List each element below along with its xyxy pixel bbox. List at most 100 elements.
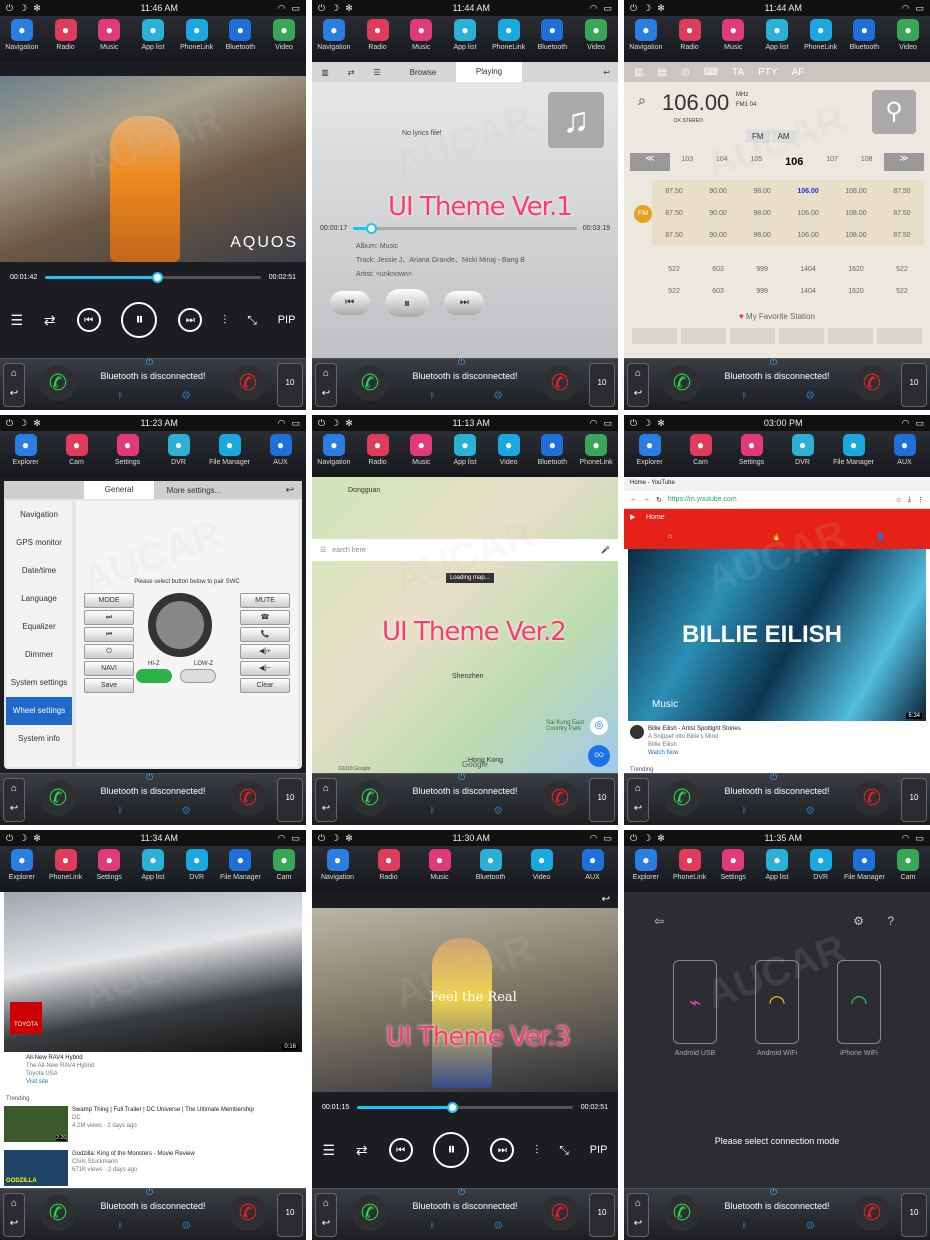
app-file-manager[interactable]: ● File Manager xyxy=(833,434,874,466)
am-preset[interactable]: 1620 xyxy=(848,288,864,295)
app-app-list[interactable]: ● App list xyxy=(757,19,797,51)
app-video[interactable]: ● Video xyxy=(576,19,616,51)
more-icon[interactable]: ⋮ xyxy=(917,496,924,504)
pip-button[interactable]: PIP xyxy=(590,1144,608,1156)
volume-control[interactable]: 10 xyxy=(277,363,303,407)
app-radio[interactable]: ● Radio xyxy=(358,434,398,466)
trending-thumb[interactable]: GODZILLA xyxy=(4,1150,68,1186)
app-aux[interactable]: ● AUX xyxy=(885,434,925,466)
account-icon[interactable]: 👤 xyxy=(876,533,885,541)
playlist-icon[interactable]: ☰ xyxy=(322,1142,335,1159)
app-app-list[interactable]: ● App list xyxy=(445,434,485,466)
locate-icon[interactable]: ◎ xyxy=(590,717,608,735)
app-bluetooth[interactable]: ● Bluetooth xyxy=(532,19,572,51)
zoom-icon[interactable]: ⤡ xyxy=(559,1143,569,1158)
app-cam[interactable]: ● Cam xyxy=(681,434,721,466)
app-explorer[interactable]: ● Explorer xyxy=(2,849,42,881)
power-icon[interactable]: ⏻ xyxy=(770,772,777,783)
preset-2-5[interactable]: 87.50 xyxy=(893,232,911,239)
app-navigation[interactable]: ● Navigation xyxy=(314,434,354,466)
home-button[interactable]: ⌂ ↩ xyxy=(3,1193,25,1237)
app-music[interactable]: ● Music xyxy=(713,19,753,51)
settings-menu-item[interactable]: Wheel settings xyxy=(6,697,72,725)
brightness-icon[interactable]: ✻ xyxy=(33,833,41,844)
settings-gear-icon[interactable]: ⚙ xyxy=(853,914,864,928)
channel-avatar[interactable] xyxy=(630,725,644,739)
home-icon[interactable]: ⌂ xyxy=(668,533,672,540)
mic-icon[interactable]: 🎤 xyxy=(601,546,610,554)
repeat-icon[interactable]: ⇄ xyxy=(44,312,56,329)
home-button[interactable]: ⌂ ↩ xyxy=(627,778,649,822)
preset-1-1[interactable]: 90.00 xyxy=(709,210,727,217)
app-music[interactable]: ● Music xyxy=(401,434,441,466)
answer-call-button[interactable]: ✆ xyxy=(664,780,700,816)
window-icon[interactable]: ▭ xyxy=(915,3,924,14)
power-icon[interactable]: ⏻ xyxy=(630,418,637,429)
radio-scan-icon[interactable]: ◎ xyxy=(681,67,690,78)
radio-menu-icon[interactable]: ▥ xyxy=(634,67,643,78)
eq-icon[interactable]: ▥ xyxy=(312,68,338,77)
app-phonelink[interactable]: ● PhoneLink xyxy=(46,849,86,881)
swc-right-button[interactable]: ◀)+ xyxy=(240,644,290,659)
window-icon[interactable]: ▭ xyxy=(603,3,612,14)
app-navigation[interactable]: ● Navigation xyxy=(318,849,358,881)
settings-menu-item[interactable]: Equalizer xyxy=(6,613,72,641)
answer-call-button[interactable]: ✆ xyxy=(352,780,388,816)
list-icon[interactable]: ☰ xyxy=(364,68,390,77)
settings-menu-item[interactable]: Date/time xyxy=(6,557,72,585)
brightness-icon[interactable]: ✻ xyxy=(33,418,41,429)
app-settings[interactable]: ● Settings xyxy=(713,849,753,881)
volume-control[interactable]: 10 xyxy=(589,778,615,822)
power-icon[interactable]: ⏻ xyxy=(630,833,637,844)
app-app-list[interactable]: ● App list xyxy=(757,849,797,881)
home-button[interactable]: ⌂ ↩ xyxy=(315,363,337,407)
ad-title[interactable]: All-New RAV4 Hybrid xyxy=(26,1054,94,1062)
window-icon[interactable]: ▭ xyxy=(291,418,300,429)
power-icon[interactable]: ⏻ xyxy=(318,418,325,429)
hangup-button[interactable]: ✆ xyxy=(230,1195,266,1231)
trending-title[interactable]: Swamp Thing | Full Trailer | DC Universe… xyxy=(72,1106,292,1114)
next-button[interactable]: ⏭ xyxy=(178,308,203,332)
settings-menu-item[interactable]: Dimmer xyxy=(6,641,72,669)
app-cam[interactable]: ● Cam xyxy=(57,434,97,466)
reload-icon[interactable]: ↻ xyxy=(656,496,662,504)
tab-general[interactable]: General xyxy=(84,481,154,499)
preset-2-3[interactable]: 106.00 xyxy=(797,232,818,239)
app-bluetooth[interactable]: ● Bluetooth xyxy=(471,849,511,881)
settings-menu-item[interactable]: GPS monitor xyxy=(6,529,72,557)
hangup-button[interactable]: ✆ xyxy=(854,780,890,816)
visit-site-link[interactable]: Visit site xyxy=(26,1078,94,1086)
trending-title[interactable]: Godzilla: King of the Monsters - Movie R… xyxy=(72,1150,292,1158)
tag-pty[interactable]: PTY xyxy=(758,67,777,78)
app-radio[interactable]: ● Radio xyxy=(670,19,710,51)
tab-browse[interactable]: Browse xyxy=(390,68,456,77)
tag-af[interactable]: AF xyxy=(792,67,805,78)
swc-right-button[interactable]: Clear xyxy=(240,678,290,693)
video-frame[interactable]: AQUOS xyxy=(0,76,306,262)
preset-1-0[interactable]: 87.50 xyxy=(665,210,683,217)
favorite-slot[interactable] xyxy=(681,328,726,344)
answer-call-button[interactable]: ✆ xyxy=(664,365,700,401)
hangup-button[interactable]: ✆ xyxy=(542,365,578,401)
preset-2-2[interactable]: 98.00 xyxy=(753,232,771,239)
equalizer-icon[interactable]: ⫶ xyxy=(535,1143,538,1158)
favorite-slot[interactable] xyxy=(632,328,677,344)
power-icon[interactable]: ⏻ xyxy=(458,357,465,368)
help-icon[interactable]: ? xyxy=(887,914,894,928)
power-icon[interactable]: ⏻ xyxy=(318,833,325,844)
power-icon[interactable]: ⏻ xyxy=(146,1187,153,1198)
settings-menu-item[interactable]: System info xyxy=(6,725,72,753)
app-video[interactable]: ● Video xyxy=(489,434,529,466)
brightness-icon[interactable]: ✻ xyxy=(33,3,41,14)
favorite-label[interactable]: My Favorite Station xyxy=(746,312,815,321)
am-preset[interactable]: 603 xyxy=(712,288,724,295)
app-aux[interactable]: ● AUX xyxy=(261,434,301,466)
am-preset[interactable]: 522 xyxy=(896,266,908,273)
power-icon[interactable]: ⏻ xyxy=(6,833,13,844)
preset-1-3[interactable]: 106.00 xyxy=(797,210,818,217)
seek-back-button[interactable]: ≪ xyxy=(630,153,670,171)
answer-call-button[interactable]: ✆ xyxy=(352,1195,388,1231)
app-video[interactable]: ● Video xyxy=(264,19,304,51)
preset-0-4[interactable]: 108.00 xyxy=(845,188,866,195)
video-frame[interactable]: Feel the Real UI Theme Ver.3 xyxy=(312,908,618,1092)
